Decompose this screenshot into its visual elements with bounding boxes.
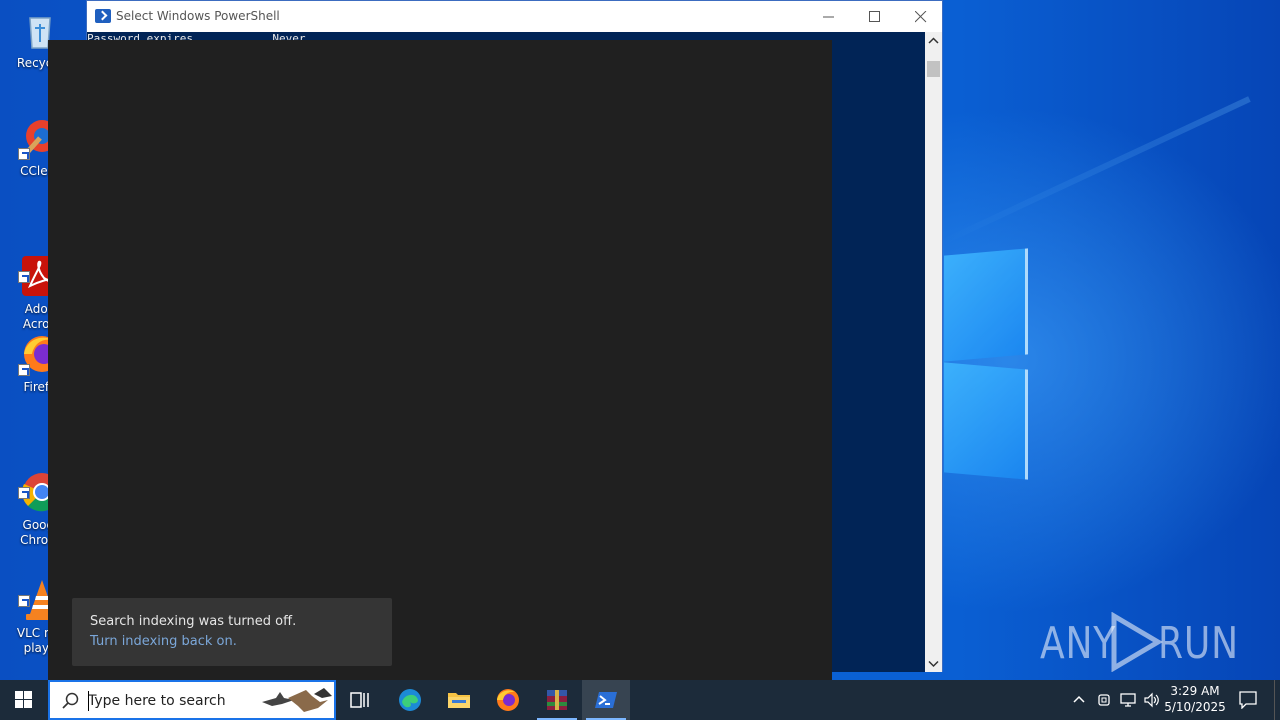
taskbar: 3:29 AM 5/10/2025 [0,680,1280,720]
search-flyout-panel [48,40,832,680]
tray-show-hidden-icons[interactable] [1068,680,1090,720]
close-icon [915,11,927,23]
taskbar-powershell[interactable] [582,680,630,720]
tray-network[interactable] [1117,680,1139,720]
firefox-icon [497,689,519,711]
chevron-up-icon [1073,695,1085,703]
search-icon [62,692,79,709]
taskbar-firefox[interactable] [484,680,532,720]
tray-device-icon[interactable] [1093,680,1115,720]
taskbar-task-view[interactable] [336,680,384,720]
vertical-scrollbar[interactable] [925,32,942,672]
shortcut-arrow-icon [18,364,30,376]
windows-logo-pane [944,248,1028,362]
scroll-up-button[interactable] [925,32,942,49]
shortcut-arrow-icon [18,595,30,607]
anyrun-watermark: ANY RUN [1040,612,1240,672]
clock-time: 3:29 AM [1170,684,1220,698]
tray-volume[interactable] [1141,680,1163,720]
chevron-down-icon [928,660,939,668]
minimize-button[interactable] [806,1,852,32]
notification-icon [1239,691,1257,709]
shortcut-arrow-icon [18,148,30,160]
close-button[interactable] [898,1,944,32]
notification-message: Search indexing was turned off. [90,614,297,629]
action-center-button[interactable] [1228,680,1268,720]
task-view-icon [350,692,369,708]
powershell-icon [95,9,111,23]
powershell-icon [595,692,617,708]
search-indexing-notification[interactable]: Search indexing was turned off. Turn ind… [72,598,392,666]
device-icon [1098,694,1110,706]
chevron-up-icon [928,37,939,44]
windows-logo-pane [944,362,1028,480]
search-highlight-birds-icon [262,688,332,712]
volume-icon [1144,692,1159,708]
taskbar-file-explorer[interactable] [435,680,483,720]
play-triangle-icon [1111,612,1163,672]
window-titlebar[interactable]: Select Windows PowerShell [87,1,942,32]
network-icon [1120,693,1136,707]
edge-icon [399,689,421,711]
watermark-text-right: RUN [1158,618,1239,669]
maximize-icon [869,11,880,22]
taskbar-search-box[interactable] [48,680,336,720]
windows-start-icon [15,691,32,708]
winrar-icon [547,690,567,710]
shortcut-arrow-icon [18,271,30,283]
start-button[interactable] [0,680,48,720]
search-input[interactable] [88,690,258,712]
clock-date: 5/10/2025 [1164,700,1226,714]
turn-indexing-on-link[interactable]: Turn indexing back on. [90,634,237,649]
taskbar-clock[interactable]: 3:29 AM 5/10/2025 [1164,683,1226,715]
minimize-icon [823,16,834,18]
scroll-down-button[interactable] [925,655,942,672]
file-explorer-icon [448,693,470,708]
scroll-thumb[interactable] [927,61,940,77]
text-caret [88,691,89,711]
taskbar-winrar[interactable] [533,680,581,720]
maximize-button[interactable] [852,1,898,32]
window-title: Select Windows PowerShell [116,9,280,23]
taskbar-edge[interactable] [386,680,434,720]
shortcut-arrow-icon [18,487,30,499]
show-desktop-button[interactable] [1274,680,1280,720]
light-beam [940,96,1251,246]
watermark-text-left: ANY [1040,618,1117,669]
